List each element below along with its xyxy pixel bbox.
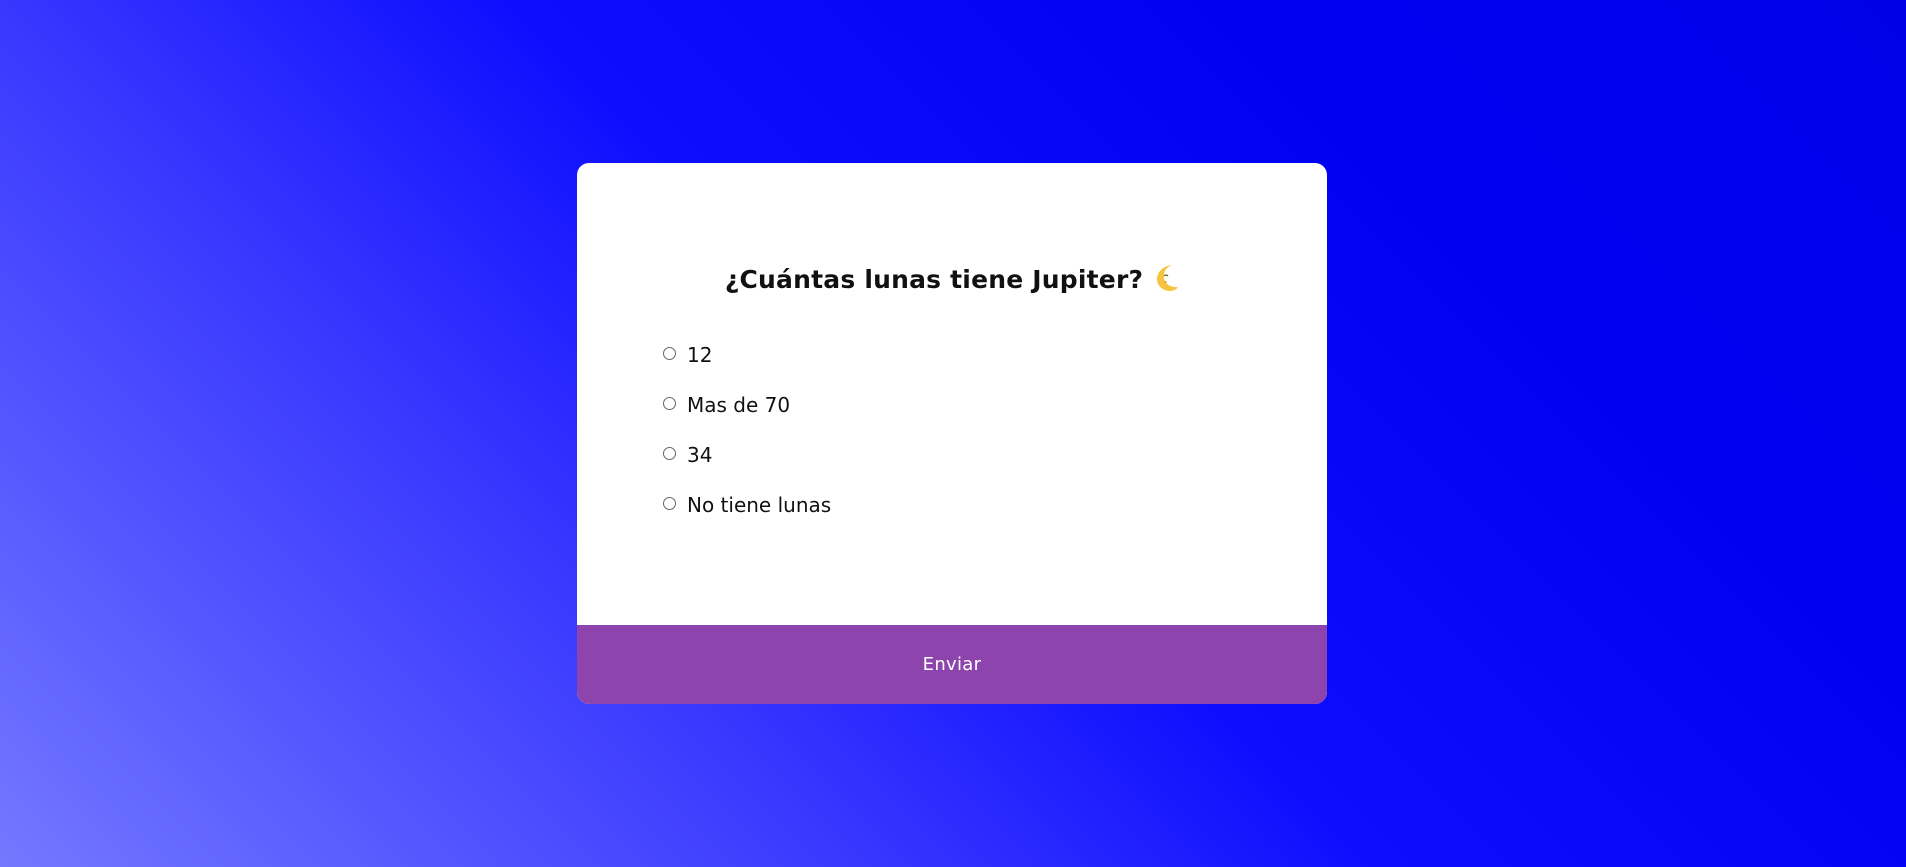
- radio-button[interactable]: [663, 496, 676, 510]
- crescent-moon-icon: [1155, 263, 1179, 293]
- submit-button[interactable]: Enviar: [577, 625, 1327, 704]
- answer-label: 12: [687, 343, 713, 367]
- quiz-body: ¿Cuántas lunas tiene Jupiter? 12 Mas de …: [577, 163, 1327, 625]
- question-text: ¿Cuántas lunas tiene Jupiter?: [724, 265, 1144, 294]
- answer-label: No tiene lunas: [687, 493, 832, 517]
- radio-button[interactable]: [663, 396, 676, 410]
- answer-option-34[interactable]: 34: [663, 430, 1327, 480]
- answer-label: Mas de 70: [687, 393, 791, 417]
- answer-label: 34: [687, 443, 713, 467]
- question-heading: ¿Cuántas lunas tiene Jupiter?: [577, 265, 1327, 296]
- answer-option-no-tiene-lunas[interactable]: No tiene lunas: [663, 480, 1327, 530]
- radio-button[interactable]: [663, 446, 676, 460]
- answer-option-12[interactable]: 12: [663, 330, 1327, 380]
- answer-list: 12 Mas de 70 34 No tiene lunas: [577, 330, 1327, 530]
- quiz-card: ¿Cuántas lunas tiene Jupiter? 12 Mas de …: [577, 163, 1327, 704]
- answer-option-mas-de-70[interactable]: Mas de 70: [663, 380, 1327, 430]
- radio-button[interactable]: [663, 346, 676, 360]
